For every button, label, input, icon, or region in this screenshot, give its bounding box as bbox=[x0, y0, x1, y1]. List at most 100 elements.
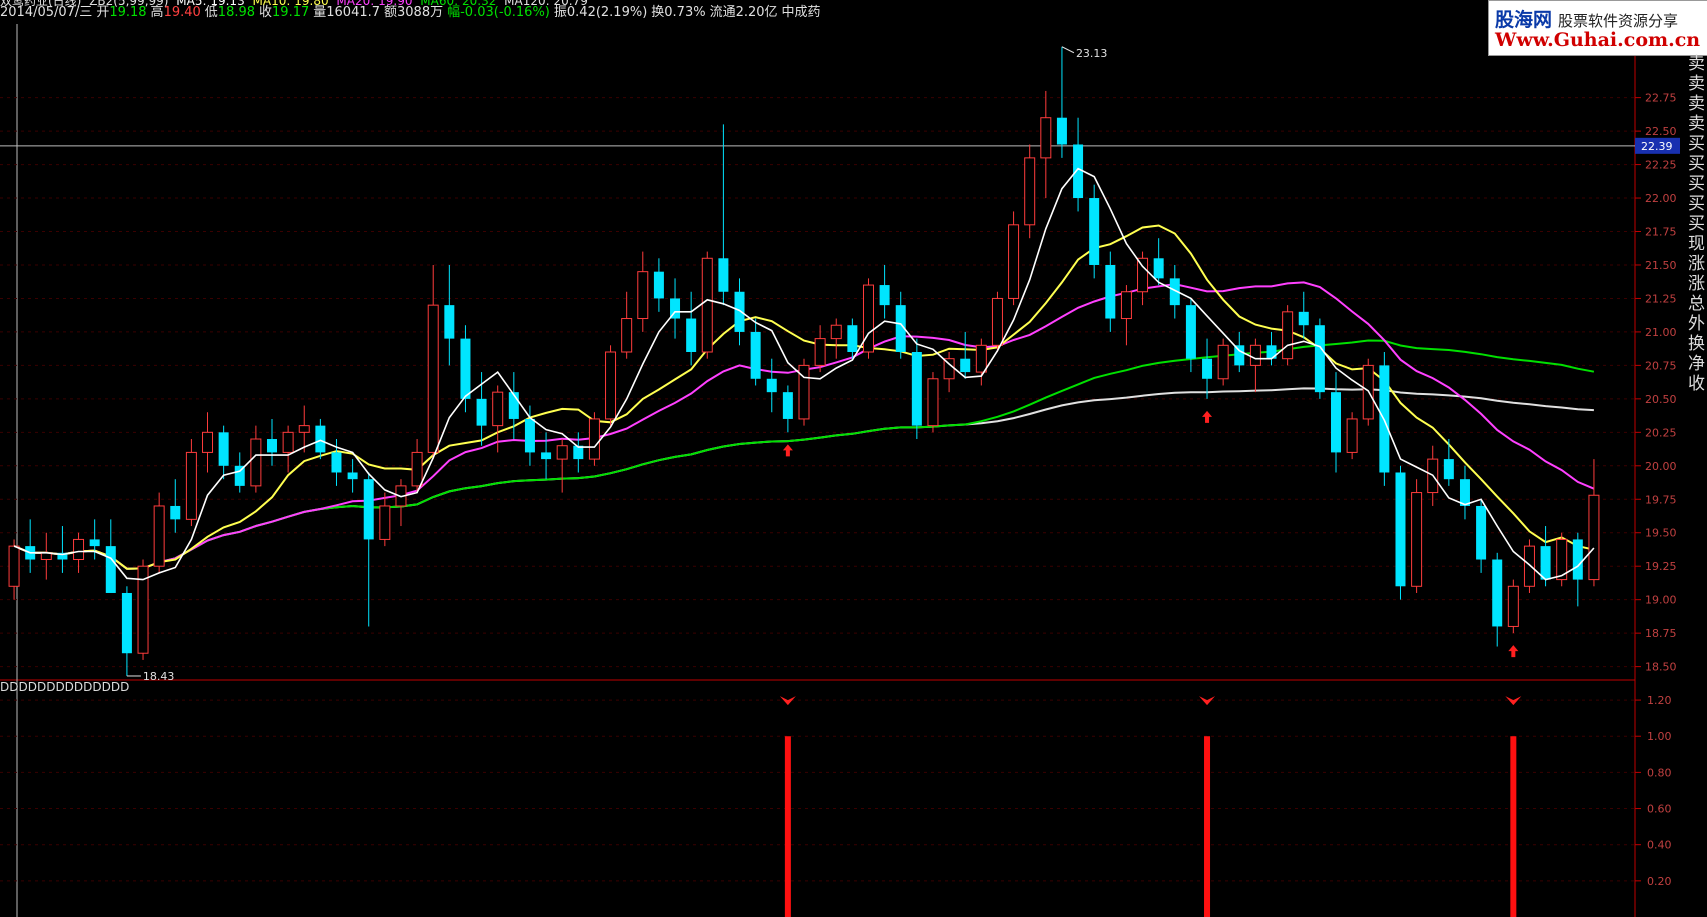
candle-body-down bbox=[734, 291, 745, 332]
price-tick-label: 19.25 bbox=[1645, 560, 1677, 573]
side-label: 买 bbox=[1688, 194, 1705, 214]
quote-header: 双鹭药业(日线) ZB2(5,99,99) MA5: 19.13 MA10: 1… bbox=[0, 0, 1400, 24]
sub-tick-label: 0.20 bbox=[1647, 875, 1672, 888]
side-label: 外 bbox=[1688, 314, 1705, 334]
sub-tick-label: 1.20 bbox=[1647, 694, 1672, 707]
candle-body-down bbox=[347, 472, 358, 480]
price-tick-label: 18.75 bbox=[1645, 627, 1677, 640]
candle-body-up bbox=[411, 451, 423, 487]
buy-arrow-icon bbox=[782, 444, 793, 457]
candle-body-up bbox=[1008, 224, 1020, 299]
side-label: 卖 bbox=[1688, 54, 1705, 74]
side-label: 换 bbox=[1688, 334, 1705, 354]
candle-body-down bbox=[331, 452, 342, 473]
sub-tick-label: 0.60 bbox=[1647, 803, 1672, 816]
candle-body-down bbox=[1073, 144, 1084, 199]
candle-body-down bbox=[1331, 392, 1341, 453]
candle-body-down bbox=[267, 439, 277, 453]
candle-body-down bbox=[1459, 479, 1470, 506]
price-tick-label: 20.25 bbox=[1645, 426, 1677, 439]
crosshair-price-label: 22.39 bbox=[1641, 140, 1673, 153]
open-label: 开 bbox=[96, 5, 110, 20]
volume-value: 量16041.7 bbox=[313, 5, 381, 20]
sub-tick-label: 0.80 bbox=[1647, 766, 1672, 779]
price-tick-label: 22.00 bbox=[1645, 192, 1677, 205]
candle-body-down bbox=[460, 338, 471, 399]
side-label: 买 bbox=[1688, 134, 1705, 154]
signal-bar bbox=[1204, 736, 1211, 917]
price-tick-label: 21.25 bbox=[1645, 292, 1677, 305]
candle-body-down bbox=[686, 318, 697, 352]
candle-body-down bbox=[1105, 264, 1116, 319]
candle-body-down bbox=[541, 452, 552, 460]
watermark-logo: 股海网 股票软件资源分享 Www.Guhai.com.cn bbox=[1488, 0, 1707, 56]
float-cap-value: 流通2.20亿 bbox=[709, 5, 778, 20]
high-price-label: 23.13 bbox=[1076, 47, 1108, 60]
candle-body-down bbox=[1298, 311, 1309, 326]
price-tick-label: 22.50 bbox=[1645, 125, 1677, 138]
chart-window[interactable]: 22.75 22.50 22.25 22.00 21.75 21.50 21.25 21.00… bbox=[0, 0, 1707, 917]
turnover-value: 换0.73% bbox=[651, 5, 706, 20]
candle-body-up bbox=[1507, 585, 1519, 627]
side-label: 涨 bbox=[1688, 274, 1705, 294]
candle-body-up bbox=[1217, 344, 1229, 380]
candle-body-up bbox=[1523, 545, 1535, 587]
high-pointer bbox=[1061, 46, 1075, 54]
candle-body-up bbox=[701, 257, 713, 353]
candle-body-down bbox=[524, 418, 535, 453]
candle-body-down bbox=[653, 271, 664, 299]
high-label: 高 bbox=[150, 5, 164, 20]
quote-date: 2014/05/07/三 bbox=[0, 5, 93, 20]
price-tick-label: 22.75 bbox=[1645, 92, 1677, 105]
candle-body-up bbox=[621, 318, 633, 353]
candle-body-up bbox=[927, 378, 939, 427]
side-label: 买 bbox=[1688, 214, 1705, 234]
price-tick-label: 18.50 bbox=[1645, 661, 1677, 674]
low-label: 低 bbox=[204, 5, 218, 20]
watermark-cn: 股海网 bbox=[1495, 9, 1553, 31]
candle-body-down bbox=[1540, 546, 1551, 580]
watermark-sub: 股票软件资源分享 bbox=[1558, 12, 1679, 30]
candle-body-down bbox=[444, 305, 455, 339]
buy-arrow-icon bbox=[1508, 645, 1519, 658]
candle-body-down bbox=[960, 358, 971, 373]
candle-body-down bbox=[750, 331, 761, 379]
candle-body-down bbox=[1395, 472, 1406, 587]
candle-body-down bbox=[1314, 325, 1325, 393]
candle-body-up bbox=[556, 445, 568, 460]
candle-body-up bbox=[605, 351, 617, 420]
price-tick-label: 19.75 bbox=[1645, 493, 1677, 506]
candle-body-up bbox=[185, 451, 197, 520]
candle-body-down bbox=[476, 398, 487, 426]
side-label: 收 bbox=[1688, 374, 1705, 394]
candle-body-down bbox=[1443, 459, 1454, 480]
candle-body-down bbox=[847, 325, 858, 352]
price-tick-label: 20.75 bbox=[1645, 359, 1677, 372]
candle-body-up bbox=[975, 344, 987, 373]
candle-body-down bbox=[218, 432, 229, 466]
candle-body-up bbox=[1137, 257, 1149, 293]
price-tick-label: 21.50 bbox=[1645, 259, 1677, 272]
candle-body-down bbox=[1056, 117, 1067, 145]
side-label: 卖 bbox=[1688, 114, 1705, 134]
price-tick-label: 20.50 bbox=[1645, 393, 1677, 406]
kline-chart[interactable]: 22.75 22.50 22.25 22.00 21.75 21.50 21.25 21.00… bbox=[0, 0, 1707, 917]
candle-body-down bbox=[879, 285, 890, 306]
candle-body-up bbox=[1120, 291, 1132, 320]
candle-body-down bbox=[1185, 305, 1196, 359]
price-tick-label: 19.00 bbox=[1645, 594, 1677, 607]
candle-body-up bbox=[1411, 492, 1423, 587]
sub-tick-label: 0.40 bbox=[1647, 839, 1672, 852]
side-label: 总 bbox=[1688, 294, 1705, 314]
close-value: 19.17 bbox=[272, 5, 310, 20]
candle-body-down bbox=[1572, 539, 1583, 580]
candle-body-up bbox=[637, 271, 649, 320]
candle-body-down bbox=[782, 392, 793, 419]
candle-body-up bbox=[814, 338, 826, 366]
candle-body-up bbox=[282, 431, 294, 453]
candle-body-up bbox=[1249, 344, 1261, 366]
side-label: 现 bbox=[1688, 234, 1705, 254]
candle-body-down bbox=[911, 352, 922, 426]
candle-body-up bbox=[492, 391, 504, 427]
candle-body-up bbox=[1040, 117, 1052, 159]
